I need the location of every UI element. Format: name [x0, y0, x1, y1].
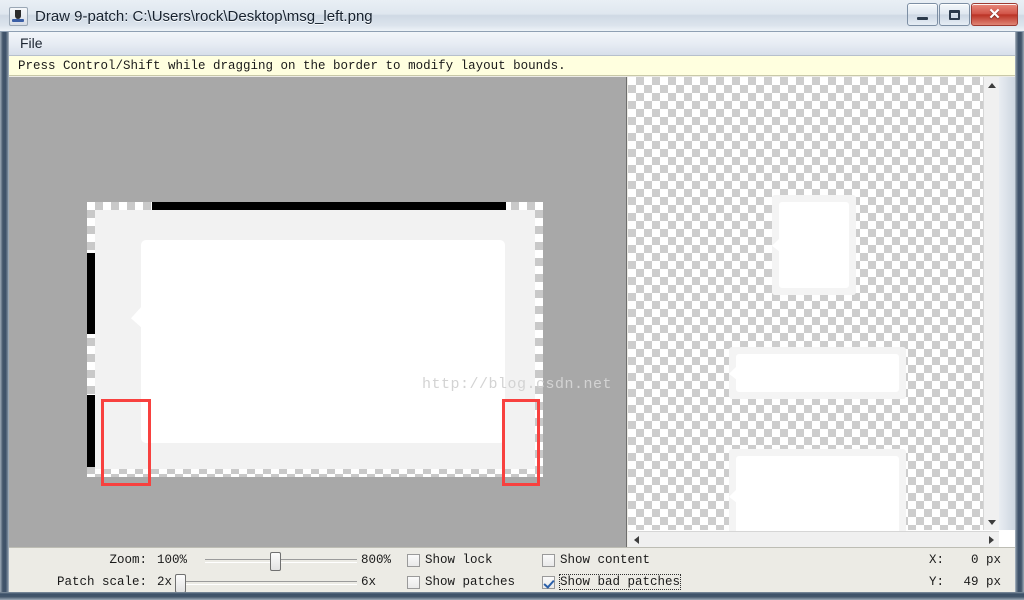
close-icon: ✕: [988, 6, 1001, 23]
zoom-max-label: 800%: [361, 553, 392, 567]
scroll-up-button[interactable]: [984, 77, 999, 93]
stretch-marker-top[interactable]: [152, 202, 506, 210]
preview-pane: [628, 77, 1015, 547]
zoom-label: Zoom:: [109, 553, 147, 567]
hint-text: Press Control/Shift while dragging on th…: [18, 58, 566, 73]
application-window: Draw 9-patch: C:\Users\rock\Desktop\msg_…: [0, 0, 1024, 600]
window-title: Draw 9-patch: C:\Users\rock\Desktop\msg_…: [35, 7, 373, 25]
stretch-marker-left-upper[interactable]: [87, 253, 95, 334]
pane-splitter[interactable]: [619, 77, 627, 547]
arrow-down-icon: [987, 519, 996, 525]
coord-x-label: X:: [929, 553, 945, 567]
maximize-icon: [949, 9, 960, 20]
arrow-left-icon: [633, 535, 639, 544]
title-bar[interactable]: Draw 9-patch: C:\Users\rock\Desktop\msg_…: [0, 0, 1024, 32]
window-frame-right: [1016, 0, 1024, 600]
zoom-slider-track: [205, 559, 357, 563]
patch-scale-slider-thumb[interactable]: [175, 574, 186, 592]
ninepatch-image[interactable]: [87, 202, 543, 477]
ninepatch-canvas[interactable]: http://blog.csdn.net: [9, 77, 619, 547]
menu-bar: File: [9, 32, 1015, 56]
checkbox-show-content-label: Show content: [560, 553, 651, 567]
preview-shape-tall-core: [779, 202, 849, 288]
bubble-tail: [131, 305, 143, 329]
preview-shape-large-tail: [729, 489, 737, 503]
coord-x-value: 0 px: [970, 553, 1001, 567]
close-button[interactable]: ✕: [971, 3, 1018, 26]
java-app-icon: [9, 6, 28, 26]
preview-shape-tall-tail: [772, 238, 780, 252]
title-bar-left: Draw 9-patch: C:\Users\rock\Desktop\msg_…: [9, 0, 373, 32]
scroll-down-button[interactable]: [984, 514, 999, 530]
preview-shape-wide-tail: [729, 366, 737, 380]
zoom-min-label: 100%: [157, 553, 188, 567]
checkbox-show-patches[interactable]: Show patches: [405, 571, 517, 592]
checkbox-show-content[interactable]: Show content: [540, 549, 652, 571]
stretch-marker-left-lower[interactable]: [87, 395, 95, 467]
split-area: http://blog.csdn.net: [9, 77, 1015, 547]
patch-scale-slider-track: [175, 581, 357, 585]
minimize-button[interactable]: [907, 3, 938, 26]
ninepatch-body: [95, 210, 535, 469]
arrow-right-icon: [988, 535, 994, 544]
control-panel: Zoom: 100% 800% Show lock Show content X…: [9, 547, 1015, 592]
arrow-up-icon: [987, 82, 996, 88]
bad-patch-highlight-right: [502, 399, 540, 486]
zoom-slider[interactable]: [205, 549, 357, 571]
preview-shape-wide: [729, 347, 906, 399]
hint-bar: Press Control/Shift while dragging on th…: [9, 56, 1015, 76]
window-frame-bottom: [0, 592, 1024, 600]
bad-patch-highlight-left: [101, 399, 151, 486]
checkbox-show-bad-patches[interactable]: Show bad patches: [540, 571, 682, 592]
checkbox-show-lock-label: Show lock: [425, 553, 493, 567]
checkbox-show-patches-label: Show patches: [425, 575, 516, 589]
patch-scale-max-label: 6x: [361, 575, 377, 589]
control-row-zoom: Zoom: 100% 800% Show lock Show content X…: [9, 549, 1015, 571]
minimize-icon: [917, 16, 928, 20]
coord-y-label: Y:: [929, 575, 945, 589]
checkbox-show-patches-box[interactable]: [407, 575, 420, 589]
patch-scale-slider[interactable]: [175, 571, 357, 592]
checkbox-show-lock[interactable]: Show lock: [405, 549, 495, 571]
preview-shape-tall: [772, 195, 856, 295]
patch-scale-label: Patch scale:: [56, 575, 147, 589]
patch-scale-min-label: 2x: [157, 575, 173, 589]
menu-item-file[interactable]: File: [11, 33, 52, 54]
coord-y-value: 49 px: [963, 575, 1001, 589]
control-row-patch-scale: Patch scale: 2x 6x Show patches Show bad…: [9, 571, 1015, 592]
window-right-gutter: [999, 77, 1015, 530]
checkbox-show-content-box[interactable]: [542, 553, 555, 567]
checkbox-show-bad-patches-box[interactable]: [542, 575, 555, 589]
zoom-slider-thumb[interactable]: [270, 552, 281, 571]
preview-transparency-backdrop: [628, 77, 999, 547]
bubble-fill: [141, 240, 505, 443]
checkbox-show-lock-box[interactable]: [407, 553, 420, 567]
maximize-button[interactable]: [939, 3, 970, 26]
checkbox-show-bad-patches-label: Show bad patches: [558, 574, 682, 590]
client-area: File Press Control/Shift while dragging …: [8, 32, 1016, 592]
window-frame-left: [0, 0, 8, 600]
preview-shape-wide-core: [736, 354, 899, 392]
preview-horizontal-scrollbar[interactable]: [628, 531, 999, 547]
window-controls: ✕: [907, 3, 1018, 26]
scroll-right-button[interactable]: [983, 532, 999, 547]
scroll-left-button[interactable]: [628, 532, 644, 547]
preview-vertical-scrollbar[interactable]: [983, 77, 999, 530]
